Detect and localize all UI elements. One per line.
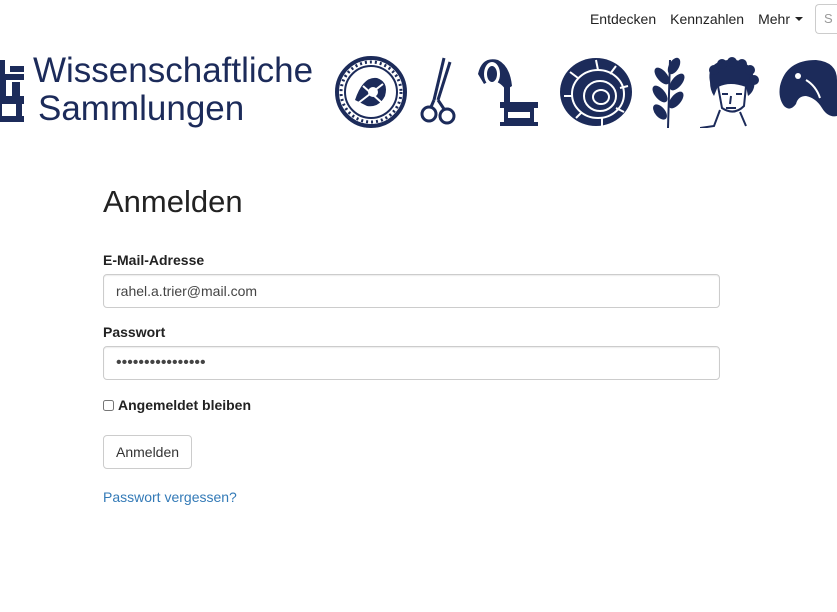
nav-dropdown-label: Mehr [758, 11, 790, 27]
nav-link-kennzahlen[interactable]: Kennzahlen [670, 11, 744, 27]
statue-head-icon [700, 57, 759, 128]
seal-icon [335, 56, 407, 128]
login-button[interactable]: Anmelden [103, 435, 193, 469]
forgot-password-link[interactable]: Passwort vergessen? [103, 489, 237, 505]
ammonite-icon [560, 58, 632, 126]
email-field[interactable] [103, 274, 720, 308]
leaf-icon [652, 57, 685, 128]
nav-dropdown-mehr[interactable]: Mehr [758, 11, 803, 27]
gramophone-icon [478, 59, 538, 126]
password-label: Passwort [103, 324, 166, 340]
logo-line-1: Wissenschaftliche [33, 51, 314, 90]
page-title: Anmelden [103, 184, 243, 219]
logo-wordmark[interactable]: Wissenschaftliche Sammlungen [33, 52, 313, 128]
top-navigation: Entdecken Kennzahlen Mehr S [590, 0, 837, 38]
horse-head-icon [779, 60, 837, 117]
header-banner: Wissenschaftliche Sammlungen [0, 48, 837, 134]
remember-label: Angemeldet bleiben [118, 397, 252, 413]
nav-link-entdecken[interactable]: Entdecken [590, 11, 656, 27]
login-form: Anmelden E-Mail-Adresse Passwort Angemel… [103, 182, 720, 507]
search-input[interactable]: S [815, 4, 837, 34]
scissors-icon [420, 57, 456, 125]
remember-me: Angemeldet bleiben [103, 397, 720, 413]
printing-press-icon [0, 60, 24, 122]
logo-line-2: Sammlungen [38, 89, 245, 128]
email-label: E-Mail-Adresse [103, 252, 205, 268]
remember-checkbox[interactable] [103, 399, 114, 411]
password-field[interactable] [103, 346, 720, 380]
caret-down-icon [795, 17, 803, 21]
